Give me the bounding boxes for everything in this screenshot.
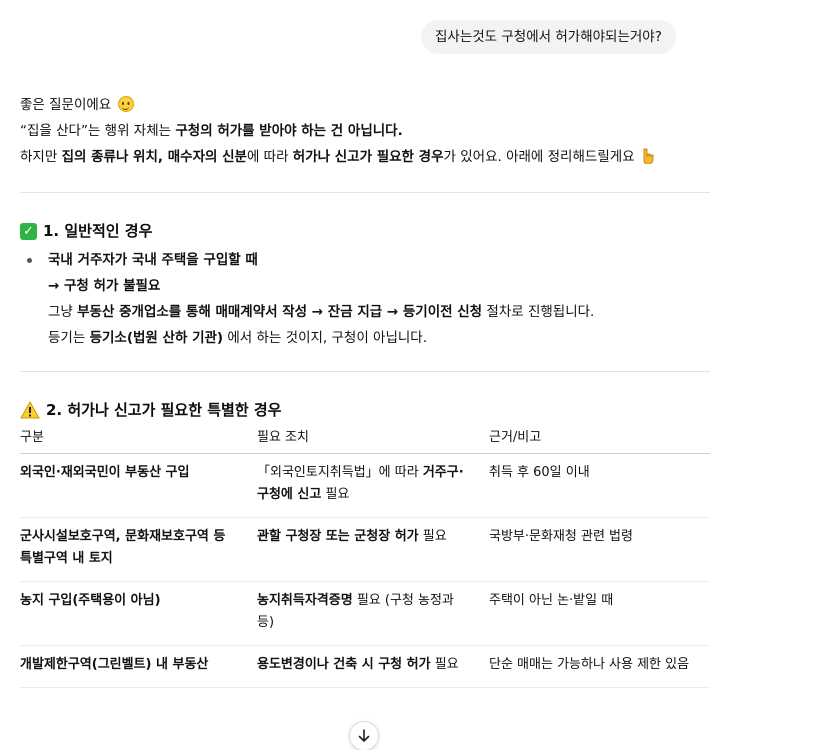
warning-icon bbox=[20, 400, 40, 419]
cell-action-text-a: 「외국인토지취득법」에 따라 bbox=[257, 465, 423, 480]
table-row: 개발제한구역(그린벨트) 내 부동산 용도변경이나 건축 시 구청 허가 필요 … bbox=[20, 645, 710, 688]
cell-note: 주택이 아닌 논·밭일 때 bbox=[489, 581, 710, 646]
intro-line-2-text: “집을 산다”는 행위 자체는 bbox=[20, 123, 176, 139]
table-header-row: 구분 필요 조치 근거/비고 bbox=[20, 426, 710, 454]
intro-line-3: 하지만 집의 종류나 위치, 매수자의 신분에 따라 허가나 신고가 필요한 경… bbox=[20, 144, 710, 170]
bullet-procedure-line: 그냥 부동산 중개업소를 통해 매매계약서 작성 → 잔금 지급 → 등기이전 … bbox=[48, 299, 710, 325]
bullet-registry-line: 등기는 등기소(법원 산하 기관) 에서 하는 것이지, 구청이 아닙니다. bbox=[48, 325, 710, 351]
assistant-answer: 좋은 질문이에요 “집을 산다”는 행위 자체는 구청의 허가를 받아야 하는 … bbox=[20, 92, 710, 688]
section-2-heading: 2. 허가나 신고가 필요한 특별한 경우 bbox=[20, 398, 710, 422]
header-required-action: 필요 조치 bbox=[257, 426, 489, 454]
header-category: 구분 bbox=[20, 426, 257, 454]
section-1-title: 1. 일반적인 경우 bbox=[43, 222, 153, 240]
bullet-heading: 국내 거주자가 국내 주택을 구입할 때 bbox=[48, 252, 258, 268]
registry-text-a: 등기는 bbox=[48, 330, 90, 346]
cell-action: 농지취득자격증명 필요 (구청 농정과 등) bbox=[257, 581, 489, 646]
special-cases-table: 구분 필요 조치 근거/비고 외국인·재외국민이 부동산 구입 「외국인토지취득… bbox=[20, 426, 710, 688]
intro-line-2: “집을 산다”는 행위 자체는 구청의 허가를 받아야 하는 건 아닙니다. bbox=[20, 118, 710, 144]
table-row: 외국인·재외국민이 부동산 구입 「외국인토지취득법」에 따라 거주구·구청에 … bbox=[20, 453, 710, 518]
cell-action: 관할 구청장 또는 군청장 허가 필요 bbox=[257, 517, 489, 582]
intro-line-3-bold-a: 집의 종류나 위치, 매수자의 신분 bbox=[61, 149, 247, 165]
cell-action: 용도변경이나 건축 시 구청 허가 필요 bbox=[257, 645, 489, 688]
intro-line-3-text-a: 하지만 bbox=[20, 149, 62, 165]
intro-line-1: 좋은 질문이에요 bbox=[20, 92, 710, 118]
intro-line-3-bold-b: 허가나 신고가 필요한 경우 bbox=[292, 149, 444, 165]
intro-line-3-text-c: 가 있어요. 아래에 정리해드릴게요 bbox=[443, 149, 635, 165]
cell-action-bold: 용도변경이나 건축 시 구청 허가 bbox=[257, 657, 431, 672]
smiling-face-icon bbox=[117, 96, 134, 112]
scroll-to-bottom-button[interactable] bbox=[349, 721, 379, 750]
procedure-text-b: 절차로 진행됩니다. bbox=[482, 304, 595, 320]
check-mark-icon: ✓ bbox=[20, 222, 37, 240]
list-item: 국내 거주자가 국내 주택을 구입할 때 → 구청 허가 불필요 그냥 부동산 … bbox=[20, 247, 710, 351]
cell-category: 외국인·재외국민이 부동산 구입 bbox=[20, 453, 257, 518]
cell-note: 취득 후 60일 이내 bbox=[489, 453, 710, 518]
table-row: 농지 구입(주택용이 아님) 농지취득자격증명 필요 (구청 농정과 등) 주택… bbox=[20, 581, 710, 646]
registry-text-b: 에서 하는 것이지, 구청이 아닙니다. bbox=[223, 330, 428, 346]
procedure-bold: 부동산 중개업소를 통해 매매계약서 작성 → 잔금 지급 → 등기이전 신청 bbox=[77, 304, 483, 320]
cell-action-bold: 농지취득자격증명 bbox=[257, 593, 353, 608]
user-message-text: 집사는것도 구청에서 허가해야되는거야? bbox=[435, 29, 662, 45]
cell-category: 개발제한구역(그린벨트) 내 부동산 bbox=[20, 645, 257, 688]
user-message-bubble: 집사는것도 구청에서 허가해야되는거야? bbox=[421, 20, 676, 54]
bullet-dot bbox=[27, 258, 32, 263]
cell-category: 군사시설보호구역, 문화재보호구역 등 특별구역 내 토지 bbox=[20, 517, 257, 582]
cell-note: 단순 매매는 가능하나 사용 제한 있음 bbox=[489, 645, 710, 688]
bullet-arrow-line: → 구청 허가 불필요 bbox=[48, 278, 161, 294]
cell-action-bold: 관할 구청장 또는 군청장 허가 bbox=[257, 529, 419, 544]
header-basis-note: 근거/비고 bbox=[489, 426, 710, 454]
section-2-title: 2. 허가나 신고가 필요한 특별한 경우 bbox=[46, 401, 282, 419]
procedure-text-a: 그냥 bbox=[48, 304, 78, 320]
table-row: 군사시설보호구역, 문화재보호구역 등 특별구역 내 토지 관할 구청장 또는 … bbox=[20, 517, 710, 582]
pointing-down-hand-icon bbox=[641, 147, 655, 165]
cell-action-text-b: 필요 bbox=[418, 529, 447, 544]
cell-action: 「외국인토지취득법」에 따라 거주구·구청에 신고 필요 bbox=[257, 453, 489, 518]
cell-action-text-b: 필요 bbox=[321, 487, 350, 502]
arrow-down-icon bbox=[358, 729, 370, 742]
cell-category: 농지 구입(주택용이 아님) bbox=[20, 581, 257, 646]
section-1-heading: ✓ 1. 일반적인 경우 bbox=[20, 219, 710, 243]
registry-bold: 등기소(법원 산하 기관) bbox=[89, 330, 224, 346]
intro-line-3-text-b: 에 따라 bbox=[246, 149, 293, 165]
intro-line-2-bold: 구청의 허가를 받아야 하는 건 아닙니다. bbox=[175, 123, 403, 139]
intro-line-1-text: 좋은 질문이에요 bbox=[20, 97, 112, 113]
cell-action-text-b: 필요 bbox=[430, 657, 459, 672]
cell-note: 국방부·문화재청 관련 법령 bbox=[489, 517, 710, 582]
